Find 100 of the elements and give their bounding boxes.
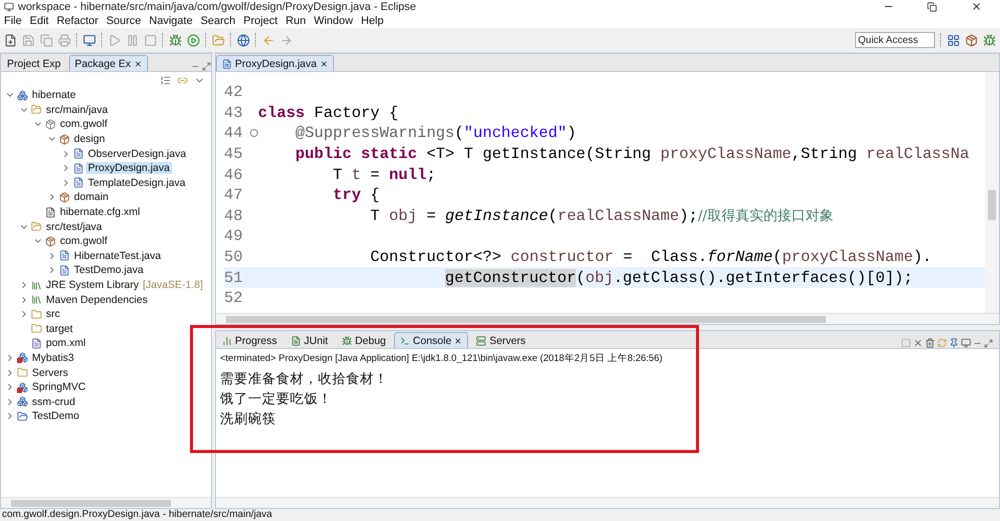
maximize-icon[interactable] [984,339,993,348]
tree-item[interactable]: JRE System Library [44,279,141,292]
scrollbar[interactable] [985,72,999,313]
collapse-all-icon[interactable] [160,74,171,86]
app-icon [4,2,14,12]
bug-icon[interactable] [983,34,996,46]
tree-item[interactable]: SpringMVC [30,381,88,394]
close-icon[interactable] [320,60,328,68]
restore-icon[interactable] [927,2,937,12]
menu-item[interactable]: Project [241,14,284,26]
view-tab[interactable]: Debug [336,332,392,348]
package-icon [45,236,56,247]
scrollbar[interactable] [216,313,999,324]
java-file-icon [59,250,70,262]
line-number: 47 [224,186,244,204]
code-token: { [369,186,380,204]
tree-item[interactable]: HibernateTest.java [72,250,163,262]
code-token: forName [707,248,773,266]
view-tab[interactable]: Project Exp [1,55,67,71]
view-tab[interactable]: Servers [470,332,532,348]
java-file-icon [222,58,232,68]
new-file-icon[interactable] [4,34,17,46]
view-tab[interactable]: JUnit [285,332,334,348]
code-token: <T> T getInstance(String [425,145,652,164]
code-token: obj [585,268,614,287]
run-icon[interactable] [187,34,200,46]
tree-item[interactable]: design [72,133,107,146]
tree-item[interactable]: Maven Dependencies [44,294,150,306]
pin-icon[interactable] [949,338,959,348]
package-icon[interactable] [965,34,978,46]
tree-item[interactable]: com.gwolf [58,118,110,130]
tree-item[interactable]: target [44,322,75,335]
console-icon [400,336,410,346]
trash-icon[interactable] [925,338,935,348]
java-file-icon [59,264,70,276]
menu-item[interactable]: Search [198,14,242,26]
line-number: 49 [224,227,244,246]
code-token: public static [294,145,418,164]
monitor-icon[interactable] [83,34,96,46]
code-token: null [389,166,426,184]
library-icon [31,294,42,306]
menu-item[interactable]: Source [104,14,148,26]
tree-item[interactable]: src [44,308,62,320]
fold-marker-icon[interactable] [250,129,258,138]
remove-icon[interactable] [913,338,923,348]
tree-item[interactable]: Mybatis3 [30,352,76,364]
perspective-icon[interactable] [947,34,960,46]
maximize-icon[interactable] [202,62,211,71]
globe-icon[interactable] [237,34,250,46]
quick-access-field[interactable]: Quick Access [855,32,935,48]
view-tab[interactable]: Progress [216,332,284,348]
tree-item[interactable]: TestDemo.java [72,264,146,276]
tree-item[interactable]: ObserverDesign.java [86,148,188,160]
menu-item[interactable]: Navigate [147,14,199,26]
window-title: workspace - hibernate/src/main/java/com/gwolf/design/ProxyDesign.java - Eclipse [18,0,418,12]
menu-item[interactable]: Edit [28,14,55,26]
tree-item[interactable]: ProxyDesign.java [86,162,172,174]
tree-item[interactable]: src/main/java [44,104,110,116]
line-number: 51 [224,268,244,287]
menu-item[interactable]: Window [312,14,359,26]
menu-item[interactable]: Run [284,14,312,26]
view-tab[interactable]: Package Ex [68,55,148,71]
java-file-icon [73,162,84,174]
monitor-icon[interactable] [961,338,971,348]
tree-item[interactable]: src/test/java [44,220,104,233]
close-icon[interactable] [134,60,142,68]
debug-icon [342,336,352,346]
editor-tab[interactable]: ProxyDesign.java [216,55,334,71]
menu-item[interactable]: Help [358,14,390,26]
close-icon[interactable] [454,336,462,344]
scrollbar[interactable] [1,497,211,508]
package-icon [59,192,70,203]
source-folder-icon [31,104,42,116]
line-number: 46 [224,166,244,184]
code-token: ( [772,248,782,266]
bug-icon[interactable] [169,34,182,46]
scrollbar[interactable] [216,497,999,508]
code-token: try [332,186,361,204]
tree-item[interactable]: hibernate [30,89,78,102]
tree-item[interactable]: pom.xml [44,337,88,350]
folder-icon [31,323,42,334]
tree-item[interactable]: TemplateDesign.java [86,176,188,189]
code-token: ). [913,248,932,266]
line-number: 50 [224,248,244,266]
folder-icon [31,308,42,320]
package-icon [59,134,70,145]
tree-item[interactable]: hibernate.cfg.xml [58,206,142,218]
code-token: ( [576,268,586,287]
source-folder-icon [31,221,42,232]
close-icon[interactable] [970,1,982,12]
menu-item[interactable]: File [2,14,28,26]
tree-item[interactable]: com.gwolf [58,235,110,248]
menu-item[interactable]: Refactor [54,14,104,26]
tree-item[interactable]: ssm-crud [30,396,78,408]
tree-item[interactable]: TestDemo [30,410,82,422]
library-version: [JavaSE-1.8] [142,279,203,292]
view-tab[interactable]: Console [394,332,468,348]
java-file-icon [73,177,84,188]
tree-item[interactable]: Servers [30,366,70,379]
tree-item[interactable]: domain [72,191,110,204]
